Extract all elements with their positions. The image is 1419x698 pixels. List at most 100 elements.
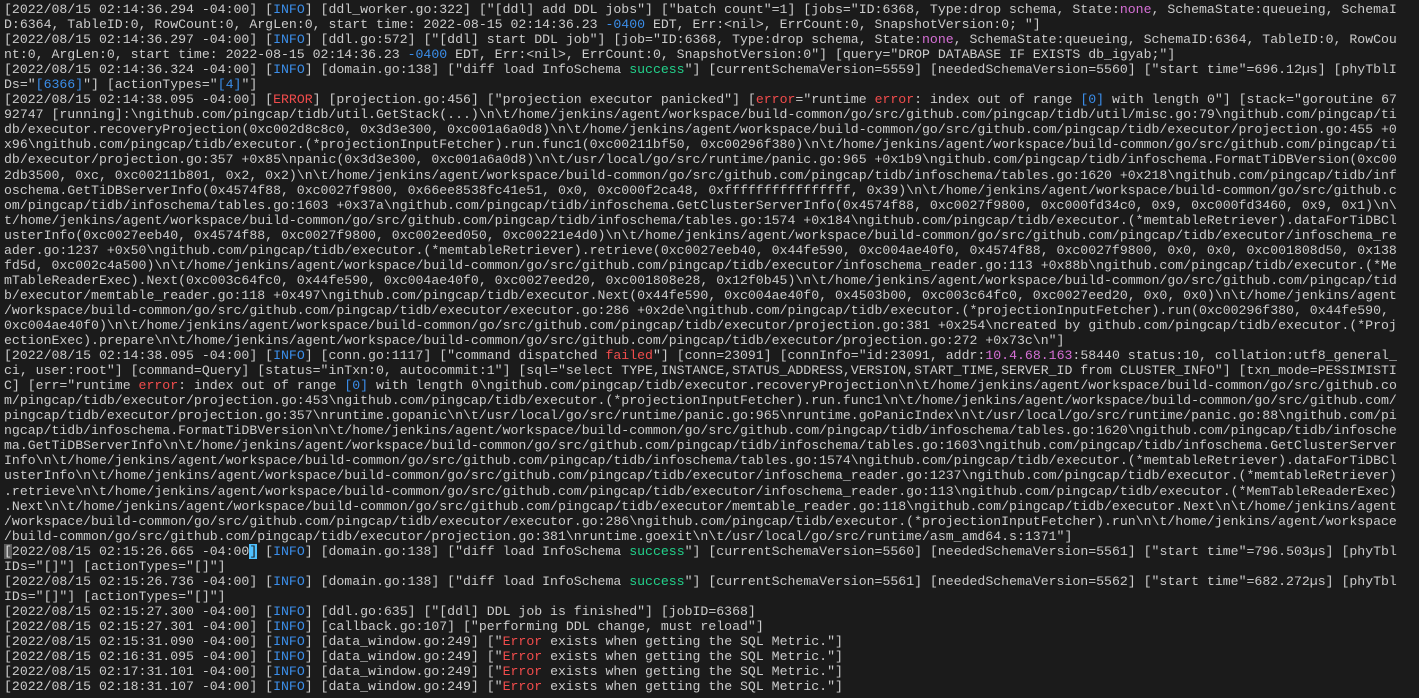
log-text: oschema.GetTiDBServerInfo(0x4574f88, 0xc… <box>4 182 1397 198</box>
log-level-info: -0400 <box>407 47 448 63</box>
log-text: .Next\n\t/home/jenkins/agent/workspace/b… <box>4 498 1397 514</box>
log-text: IDs="[]"] [actionTypes="[]"] <box>4 588 226 604</box>
log-text: "] <box>241 77 258 93</box>
log-text: b/executor/memtable_reader.go:118 +0x497… <box>4 287 1397 303</box>
log-text: exists when getting the SQL Metric."] <box>542 633 843 649</box>
log-level-info: INFO <box>273 348 305 364</box>
log-line: [2022/08/15 02:15:27.300 -04:00] [INFO] … <box>4 604 1419 619</box>
log-line: [2022/08/15 02:16:31.095 -04:00] [INFO] … <box>4 649 1419 664</box>
log-line: 92747 [running]:\ngithub.com/pingcap/tid… <box>4 107 1419 122</box>
value-highlight: none <box>922 32 954 48</box>
log-level-info: INFO <box>273 62 305 78</box>
log-text: :58440 status:10, collation:utf8_general… <box>1072 348 1397 364</box>
log-line: db/executor.recoveryProjection(0xc002d8c… <box>4 122 1419 137</box>
log-text: ectionExec).prepare\n\t/home/jenkins/age… <box>4 333 1065 349</box>
error-highlight: failed <box>605 348 653 364</box>
log-text: exists when getting the SQL Metric."] <box>542 679 843 695</box>
log-line: mTableReaderExec).Next(0xc003c64fc0, 0x4… <box>4 273 1419 288</box>
log-text: "] [currentSchemaVersion=5561] [neededSc… <box>684 573 1397 589</box>
log-text: ] [ddl.go:572] ["[ddl] start DDL job"] [… <box>304 32 923 48</box>
log-text: [2022/08/15 02:15:27.301 -04:00] [ <box>4 618 274 634</box>
log-level-info: INFO <box>273 633 305 649</box>
log-text: usterInfo\n\t/home/jenkins/agent/workspa… <box>4 468 1397 484</box>
success-highlight: success <box>629 543 685 559</box>
log-level-info: INFO <box>273 649 305 665</box>
log-line: IDs="[]"] [actionTypes="[]"] <box>4 559 1419 574</box>
log-text: db/executor.recoveryProjection(0xc002d8c… <box>4 122 1397 138</box>
log-text: D:6364, TableID:0, RowCount:0, ArgLen:0,… <box>4 17 606 33</box>
log-text: ] [ddl.go:635] ["[ddl] DDL job is finish… <box>304 603 756 619</box>
log-line: /build-common/go/src/github.com/pingcap/… <box>4 529 1419 544</box>
log-text: IDs="[]"] [actionTypes="[]"] <box>4 558 226 574</box>
terminal-output[interactable]: [2022/08/15 02:14:36.294 -04:00] [INFO] … <box>0 0 1419 694</box>
log-text: 92747 [running]:\ngithub.com/pingcap/tid… <box>4 107 1397 123</box>
log-line: oschema.GetTiDBServerInfo(0x4574f88, 0xc… <box>4 183 1419 198</box>
log-text: Ds=" <box>4 77 36 93</box>
log-line: C] [err="runtime error: index out of ran… <box>4 378 1419 393</box>
log-line: /workspace/build-common/go/src/github.co… <box>4 514 1419 529</box>
log-text: EDT, Err:<nil>, ErrCount:0, SnapshotVers… <box>645 17 1041 33</box>
log-text: t/home/jenkins/agent/workspace/build-com… <box>4 212 1397 228</box>
log-line: 2db3500, 0xc, 0xc00211b801, 0x2, 0x2)\n\… <box>4 168 1419 183</box>
log-text: usterInfo(0xc0027eeb40, 0x4574f88, 0xc00… <box>4 227 1397 243</box>
log-level-info: INFO <box>273 573 305 589</box>
log-level-info: INFO <box>273 603 305 619</box>
selection-highlight: [ <box>4 543 12 559</box>
log-line: ader.go:1237 +0x50\ngithub.com/pingcap/t… <box>4 243 1419 258</box>
log-line: .Next\n\t/home/jenkins/agent/workspace/b… <box>4 499 1419 514</box>
log-line: [2022/08/15 02:14:36.324 -04:00] [INFO] … <box>4 62 1419 77</box>
log-text: ] [data_window.go:249] [" <box>304 679 503 695</box>
log-text: : index out of range <box>178 378 345 394</box>
log-line: usterInfo(0xc0027eeb40, 0x4574f88, 0xc00… <box>4 228 1419 243</box>
log-text: ] [callback.go:107] ["performing DDL cha… <box>304 618 764 634</box>
log-level-info: INFO <box>273 618 305 634</box>
log-text: [2022/08/15 02:16:31.095 -04:00] [ <box>4 649 274 665</box>
log-line: [2022/08/15 02:15:31.090 -04:00] [INFO] … <box>4 634 1419 649</box>
success-highlight: success <box>629 62 685 78</box>
error-highlight: error <box>138 378 179 394</box>
value-highlight: none <box>1119 2 1152 17</box>
error-highlight: Error <box>502 664 543 680</box>
log-text: [ <box>257 543 274 559</box>
log-line: [2022/08/15 02:14:36.294 -04:00] [INFO] … <box>4 2 1419 17</box>
log-line: .retrieve\n\t/home/jenkins/agent/workspa… <box>4 484 1419 499</box>
log-text: [2022/08/15 02:14:38.095 -04:00] [ <box>4 348 274 364</box>
log-line: ectionExec).prepare\n\t/home/jenkins/age… <box>4 333 1419 348</box>
log-text: ader.go:1237 +0x50\ngithub.com/pingcap/t… <box>4 242 1397 258</box>
log-text: [2022/08/15 02:14:38.095 -04:00] [ <box>4 92 274 108</box>
log-level-info: -0400 <box>605 17 646 33</box>
log-text: [2022/08/15 02:17:31.101 -04:00] [ <box>4 664 274 680</box>
log-text: ] [domain.go:138] ["diff load InfoSchema <box>304 573 630 589</box>
log-text: exists when getting the SQL Metric."] <box>542 664 843 680</box>
log-level-info: INFO <box>273 2 305 17</box>
log-text: : index out of range <box>914 92 1081 108</box>
log-text: 2022/08/15 02:15:26.665 -04:00 <box>11 543 250 559</box>
log-text: .retrieve\n\t/home/jenkins/agent/workspa… <box>4 483 1397 499</box>
log-text: x96\ngithub.com/pingcap/tidb/executor.(*… <box>4 137 1397 153</box>
log-level-info: [0] <box>1080 92 1105 108</box>
log-text: [2022/08/15 02:14:36.324 -04:00] [ <box>4 62 274 78</box>
log-line: /workspace/build-common/go/src/github.co… <box>4 303 1419 318</box>
log-text: [2022/08/15 02:14:36.297 -04:00] [ <box>4 32 274 48</box>
log-text: pingcap/tidb/executor/projection.go:357\… <box>4 408 1397 424</box>
log-text: ma.GetTiDBServerInfo\n\t/home/jenkins/ag… <box>4 438 1397 454</box>
log-line: Info\n\t/home/jenkins/agent/workspace/bu… <box>4 453 1419 468</box>
log-text: /workspace/build-common/go/src/github.co… <box>4 513 1397 529</box>
error-highlight: Error <box>502 679 543 695</box>
log-text: m/pingcap/tidb/executor/projection.go:45… <box>4 393 1397 409</box>
log-text: , SchemaState:queueing, SchemaID:6364, T… <box>953 32 1397 48</box>
log-line: [2022/08/15 02:15:26.665 -04:00] [INFO] … <box>4 543 1419 559</box>
error-highlight: ERROR <box>273 92 313 108</box>
log-text: [2022/08/15 02:15:31.090 -04:00] [ <box>4 633 274 649</box>
log-text: ="runtime <box>795 92 875 108</box>
log-line: [2022/08/15 02:14:38.095 -04:00] [INFO] … <box>4 348 1419 363</box>
log-line: om/pingcap/tidb/infoschema/tables.go:160… <box>4 198 1419 213</box>
value-highlight: 10.4.68.163 <box>985 348 1073 364</box>
log-text: "] [currentSchemaVersion=5560] [neededSc… <box>684 543 1397 559</box>
log-text: fd5d, 0xc002c4a500)\n\t/home/jenkins/age… <box>4 257 1397 273</box>
log-line: t/home/jenkins/agent/workspace/build-com… <box>4 213 1419 228</box>
log-text: /workspace/build-common/go/src/github.co… <box>4 302 1389 318</box>
log-text: [2022/08/15 02:15:26.736 -04:00] [ <box>4 573 274 589</box>
log-text: [2022/08/15 02:15:27.300 -04:00] [ <box>4 603 274 619</box>
error-highlight: Error <box>502 649 543 665</box>
